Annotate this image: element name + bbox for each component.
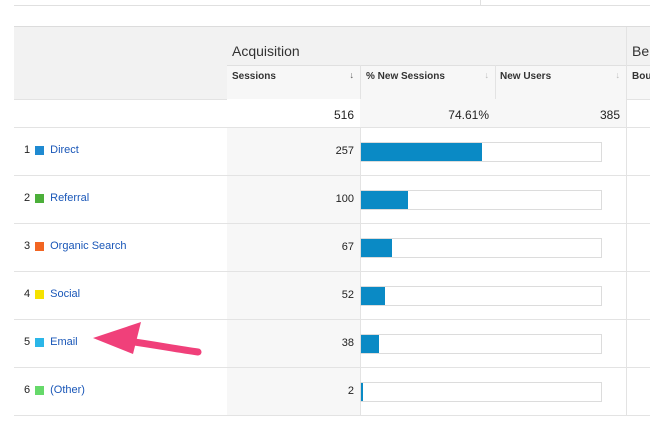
channel-link[interactable]: Email [50,336,78,348]
table-row: 5 Email 38 [14,320,650,368]
table-row: 1 Direct 257 [14,128,650,176]
totals-new-sessions-cell: 74.61% [360,99,495,127]
acquisition-group-label: Acquisition [232,43,300,59]
row-sessions-value: 257 [335,145,354,157]
series-swatch-icon [35,289,45,299]
sessions-bar-track [360,238,602,258]
sessions-bar-track [360,382,602,402]
row-sessions-value: 52 [341,289,354,301]
row-label: 1 Direct [24,144,79,156]
totals-new-sessions: 74.61% [448,108,489,122]
sessions-bar [361,287,386,305]
series-swatch-icon [35,337,45,347]
sort-icon: ↓ [484,70,490,80]
series-swatch-icon [35,145,45,155]
row-sessions-value: 100 [335,193,354,205]
series-swatch-icon [35,385,45,395]
sessions-bar-track [360,286,602,306]
totals-sessions: 516 [333,108,354,122]
col-new-users-header[interactable]: New Users ↓ [495,65,626,99]
table-row: 6 (Other) 2 [14,368,650,416]
channel-link[interactable]: Organic Search [50,240,126,252]
totals-sessions-cell: 516 [227,99,360,127]
col-new-sessions-label: % New Sessions [366,71,445,82]
col-bounce-label: Bou [632,71,650,82]
series-swatch-icon [35,193,45,203]
col-new-users-label: New Users [500,71,552,82]
sessions-bar [361,143,482,161]
sessions-bar [361,239,393,257]
row-sessions-value: 67 [341,241,354,253]
row-bottom-border [14,415,650,416]
row-index: 4 [24,288,31,300]
sessions-bar [361,191,408,209]
table-row: 3 Organic Search 67 [14,224,650,272]
row-index: 1 [24,144,31,156]
sort-desc-icon: ↓ [349,70,355,80]
totals-new-users-cell: 385 [495,99,626,127]
sessions-bar-track [360,334,602,354]
sort-icon: ↓ [615,70,621,80]
row-label: 2 Referral [24,192,89,204]
row-label: 4 Social [24,288,80,300]
sessions-bar-track [360,142,602,162]
row-sessions-value: 38 [341,337,354,349]
table-row: 4 Social 52 [14,272,650,320]
col-sessions-label: Sessions [232,71,276,82]
row-index: 6 [24,384,31,396]
behavior-group-label: Be [632,43,650,59]
col-new-sessions-header[interactable]: % New Sessions ↓ [360,65,495,99]
row-label: 3 Organic Search [24,240,127,252]
col-bounce-header[interactable]: Bou [627,65,650,99]
sessions-bar [361,335,379,353]
table-row: 2 Referral 100 [14,176,650,224]
acquisition-report-table: Acquisition Be Sessions ↓ % New Sessions… [14,26,650,416]
sessions-bar-track [360,190,602,210]
row-label: 5 Email [24,336,78,348]
previous-table-edge [14,0,650,6]
channel-link[interactable]: Referral [50,192,89,204]
sessions-bar [361,383,363,401]
col-sessions-header[interactable]: Sessions ↓ [227,65,360,99]
header-dimension-area [14,27,227,99]
row-label: 6 (Other) [24,384,85,396]
channel-link[interactable]: Social [50,288,80,300]
row-index: 2 [24,192,31,204]
row-index: 5 [24,336,31,348]
row-sessions-value: 2 [347,385,354,397]
channel-link[interactable]: Direct [50,144,79,156]
channel-link[interactable]: (Other) [50,384,85,396]
previous-table-divider [480,0,481,6]
series-swatch-icon [35,241,45,251]
row-index: 3 [24,240,31,252]
totals-new-users: 385 [599,108,620,122]
